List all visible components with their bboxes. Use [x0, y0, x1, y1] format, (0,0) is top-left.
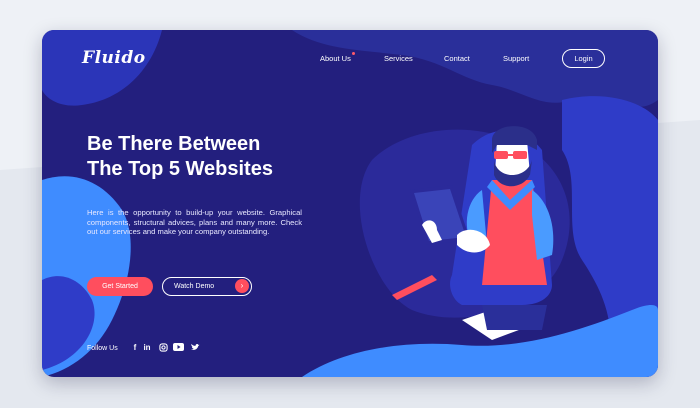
arrow-right-icon: ›: [235, 279, 249, 293]
linkedin-icon[interactable]: in: [142, 343, 152, 353]
landing-page-card: Fluido About Us Services Contact Support…: [42, 30, 658, 377]
twitter-icon[interactable]: [190, 343, 200, 353]
man-with-tablet-illustration: [392, 126, 554, 340]
nav-services[interactable]: Services: [384, 54, 413, 63]
instagram-icon[interactable]: [158, 343, 168, 353]
headline-line-1: Be There Between: [87, 133, 261, 155]
nav-support[interactable]: Support: [503, 54, 529, 63]
hero-headline: Be There Between The Top 5 Websites: [87, 132, 317, 182]
youtube-icon[interactable]: [173, 343, 184, 353]
hero-description: Here is the opportunity to build-up your…: [87, 208, 302, 237]
facebook-icon[interactable]: f: [130, 343, 140, 353]
login-button[interactable]: Login: [562, 49, 605, 68]
follow-us-label: Follow Us: [87, 345, 118, 352]
headline-line-2: The Top 5 Websites: [87, 158, 273, 180]
watch-demo-button[interactable]: Watch Demo ›: [162, 277, 252, 296]
nav-contact[interactable]: Contact: [444, 54, 470, 63]
nav-about-us[interactable]: About Us: [320, 54, 351, 63]
get-started-button[interactable]: Get Started: [87, 277, 153, 296]
watch-demo-label: Watch Demo: [174, 283, 215, 290]
active-indicator-dot: [352, 52, 355, 55]
